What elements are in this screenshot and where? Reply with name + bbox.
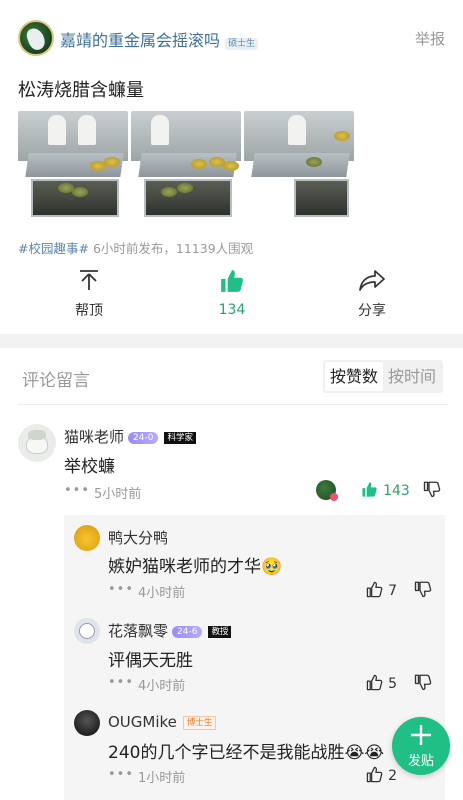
sort-by-time-tab[interactable]: 按时间	[383, 362, 441, 391]
reply-time: 1小时前	[138, 771, 186, 786]
reply-like-count: 2	[388, 768, 398, 784]
post-image-3[interactable]	[244, 111, 354, 221]
reply-header: 花落飘零 24-6 教授	[108, 620, 232, 641]
share-label: 分享	[358, 303, 386, 319]
author-header[interactable]: 嘉靖的重金属会摇滚吗 硕士生	[60, 27, 259, 51]
pin-button[interactable]: 帮顶	[49, 268, 129, 320]
commenter-badge: 科学家	[164, 432, 196, 444]
liker-avatar	[316, 480, 338, 501]
pin-up-icon	[80, 270, 98, 290]
post-image-2[interactable]	[131, 111, 241, 221]
commenter-name[interactable]: 猫咪老师	[64, 428, 124, 446]
reply-author-name[interactable]: 花落飘零	[108, 622, 168, 640]
like-button[interactable]: 134	[192, 268, 272, 318]
reply-time: 4小时前	[138, 586, 186, 601]
reply-time: 4小时前	[138, 679, 186, 694]
reply-like-count: 5	[388, 676, 398, 692]
reply-avatar[interactable]	[74, 525, 100, 551]
section-gap	[0, 334, 463, 348]
reply-text: 嫉妒猫咪老师的才华🥹	[108, 557, 283, 577]
reply-dislike-button[interactable]	[414, 580, 432, 602]
reply-like-button[interactable]: 7	[366, 580, 397, 599]
reply-author-name[interactable]: OUGMike	[108, 713, 177, 731]
thumbs-up-outline-icon	[366, 674, 383, 691]
thumbs-up-outline-icon	[366, 581, 383, 598]
reply-header: OUGMike 博士生	[108, 712, 217, 731]
plus-icon	[411, 725, 431, 745]
share-button[interactable]: 分享	[332, 268, 412, 320]
reply-more-button[interactable]: •••	[108, 767, 134, 782]
sort-toggle: 按赞数 按时间	[322, 360, 443, 393]
pin-label: 帮顶	[75, 303, 103, 319]
reply-level: 24-6	[172, 626, 203, 638]
reply-like-count: 7	[388, 583, 398, 599]
reply-text: 评偶天无胜	[108, 651, 193, 671]
post-title: 松涛烧腊含蠊量	[18, 80, 144, 101]
thumbs-down-icon	[414, 581, 432, 598]
comment-text: 举校蠊	[64, 457, 115, 477]
reply-dislike-button[interactable]	[414, 673, 432, 695]
avatar-face	[79, 623, 95, 639]
reply-text: 240的几个字已经不是我能战胜😭😭	[108, 743, 385, 763]
topic-tag[interactable]: #校园趣事#	[18, 241, 89, 256]
post-image-1[interactable]	[18, 111, 128, 221]
thumbs-down-icon	[414, 674, 432, 691]
reply-badge: 教授	[208, 626, 232, 638]
reply-avatar[interactable]	[74, 618, 100, 644]
reply-author-name[interactable]: 鸭大分鸭	[108, 527, 168, 548]
author-badge: 硕士生	[225, 38, 259, 50]
comment-more-button[interactable]: •••	[64, 483, 90, 498]
thumbs-up-outline-icon	[366, 766, 383, 783]
commenter-avatar[interactable]	[18, 424, 56, 462]
reply-more-button[interactable]: •••	[108, 675, 134, 690]
heart-icon	[330, 493, 338, 501]
sort-by-likes-tab[interactable]: 按赞数	[324, 362, 383, 391]
post-time-views: 6小时前发布，11139人围观	[92, 241, 254, 256]
comment-time: 5小时前	[94, 487, 142, 502]
author-name[interactable]: 嘉靖的重金属会摇滚吗	[60, 31, 220, 50]
reply-avatar[interactable]	[74, 710, 100, 736]
comments-title: 评论留言	[22, 371, 90, 391]
comment-like-count: 143	[383, 483, 410, 499]
fab-label: 发贴	[407, 754, 434, 769]
post-meta: #校园趣事# 6小时前发布，11139人围观	[18, 238, 253, 257]
thumbs-up-icon	[221, 270, 243, 292]
comment-like-button[interactable]: 143	[361, 480, 410, 499]
share-icon	[359, 270, 385, 291]
comment-dislike-button[interactable]	[423, 480, 441, 502]
thumbs-down-icon	[423, 481, 441, 498]
reply-more-button[interactable]: •••	[108, 582, 134, 597]
commenter-level: 24-0	[128, 432, 159, 444]
comment-header: 猫咪老师 24-0 科学家	[64, 426, 196, 447]
new-post-fab[interactable]: 发贴	[392, 717, 450, 775]
divider	[18, 404, 448, 405]
like-count: 134	[218, 302, 246, 318]
reply-badge: 博士生	[182, 716, 217, 730]
author-avatar[interactable]	[18, 20, 54, 56]
thumbs-up-icon	[362, 482, 377, 497]
report-button[interactable]: 举报	[415, 28, 445, 49]
reply-like-button[interactable]: 5	[366, 673, 397, 692]
